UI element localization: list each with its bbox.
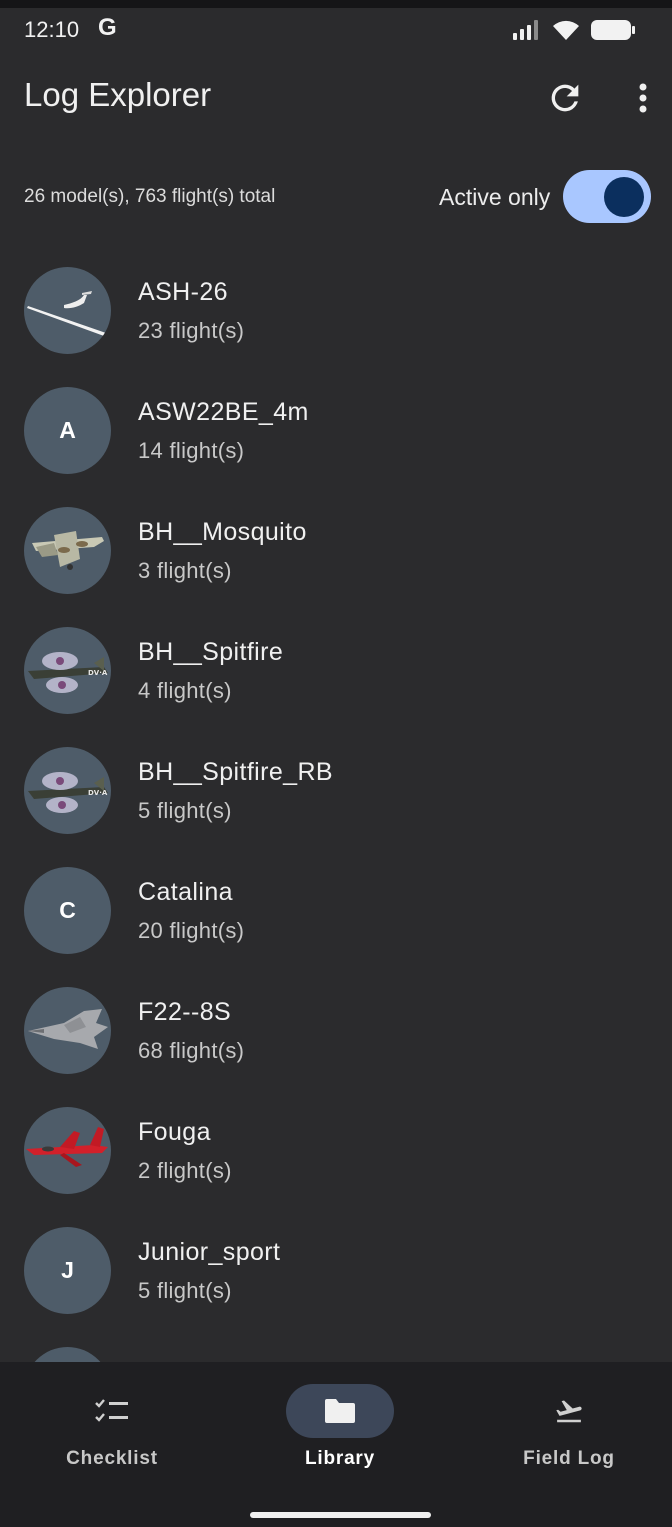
flight-count: 5 flight(s) [138, 1278, 232, 1303]
model-thumbnail [24, 1107, 111, 1194]
nav-library-label: Library [304, 1448, 375, 1469]
model-name: ASH-26 [138, 278, 228, 306]
model-name: BH__Mosquito [138, 518, 307, 546]
model-list: ASH-26 23 flight(s) A ASW22BE_4m 14 flig… [0, 248, 672, 1362]
status-icons [512, 18, 636, 47]
model-name: Fouga [138, 1118, 211, 1146]
list-item[interactable]: ASH-26 23 flight(s) [0, 248, 672, 368]
active-only-label: Active only [439, 184, 551, 210]
more-options-button[interactable] [626, 78, 660, 118]
model-thumbnail: DV·A [24, 627, 111, 714]
flight-count: 3 flight(s) [138, 558, 232, 583]
battery-icon [590, 18, 636, 47]
model-thumbnail [24, 267, 111, 354]
model-name: BH__Spitfire [138, 638, 284, 666]
flight-takeoff-icon [556, 1400, 582, 1423]
model-name: Catalina [138, 878, 233, 906]
top-edge [0, 0, 672, 8]
wifi-icon [552, 19, 580, 46]
bottom-navigation: Checklist Library Field Log [0, 1362, 672, 1527]
refresh-button[interactable] [545, 78, 585, 118]
home-indicator[interactable] [250, 1512, 431, 1518]
list-item[interactable]: BH__Mosquito 3 flight(s) [0, 488, 672, 608]
status-bar: 12:10 G [0, 8, 672, 52]
model-thumbnail [24, 507, 111, 594]
nav-field-log[interactable]: Field Log [469, 1384, 669, 1484]
more-vert-icon [639, 83, 647, 113]
flight-count: 20 flight(s) [138, 918, 245, 943]
nav-field-log-indicator [515, 1384, 623, 1438]
model-initial-avatar [24, 1347, 111, 1362]
flight-count: 14 flight(s) [138, 438, 245, 463]
nav-library[interactable]: Library [240, 1384, 440, 1484]
model-thumbnail: DV·A [24, 747, 111, 834]
signal-icon [512, 19, 542, 46]
list-item[interactable]: F22--8S 68 flight(s) [0, 968, 672, 1088]
list-item[interactable]: A ASW22BE_4m 14 flight(s) [0, 368, 672, 488]
model-thumbnail [24, 987, 111, 1074]
svg-text:DV·A: DV·A [88, 669, 108, 677]
model-initial-avatar: A [24, 387, 111, 474]
toggle-knob [604, 177, 644, 217]
active-only-toggle[interactable] [563, 170, 651, 223]
checklist-icon [95, 1399, 128, 1422]
flight-count: 4 flight(s) [138, 678, 232, 703]
model-name: ASW22BE_4m [138, 398, 309, 426]
nav-checklist-label: Checklist [66, 1448, 158, 1469]
model-name: F22--8S [138, 998, 232, 1026]
model-flight-count: 26 model(s), 763 flight(s) total [24, 186, 276, 207]
folder-icon [325, 1399, 355, 1423]
flight-count: 5 flight(s) [138, 798, 232, 823]
flight-count: 68 flight(s) [138, 1038, 245, 1063]
model-name: Junior_sport [138, 1238, 281, 1266]
nav-checklist-indicator [58, 1384, 166, 1438]
list-item[interactable]: DV·A BH__Spitfire_RB 5 flight(s) [0, 728, 672, 848]
model-name: BH__Spitfire_RB [138, 758, 333, 786]
flight-count: 2 flight(s) [138, 1158, 232, 1183]
nav-field-log-label: Field Log [523, 1448, 615, 1469]
flight-count: 23 flight(s) [138, 318, 245, 343]
status-time: 12:10 [24, 17, 80, 42]
summary-row: 26 model(s), 763 flight(s) total Active … [0, 166, 672, 226]
model-initial-avatar: J [24, 1227, 111, 1314]
list-item[interactable]: J Junior_sport 5 flight(s) [0, 1208, 672, 1328]
svg-text:DV·A: DV·A [88, 789, 108, 797]
refresh-icon [551, 84, 579, 112]
list-item[interactable]: C Catalina 20 flight(s) [0, 848, 672, 968]
model-initial-avatar: C [24, 867, 111, 954]
google-g-icon: G [98, 14, 117, 41]
list-item[interactable]: Fouga 2 flight(s) [0, 1088, 672, 1208]
nav-library-indicator [286, 1384, 394, 1438]
page-title: Log Explorer [24, 76, 212, 113]
app-bar: Log Explorer [0, 60, 672, 136]
list-item[interactable] [0, 1328, 672, 1362]
nav-checklist[interactable]: Checklist [12, 1384, 212, 1484]
list-item[interactable]: DV·A BH__Spitfire 4 flight(s) [0, 608, 672, 728]
